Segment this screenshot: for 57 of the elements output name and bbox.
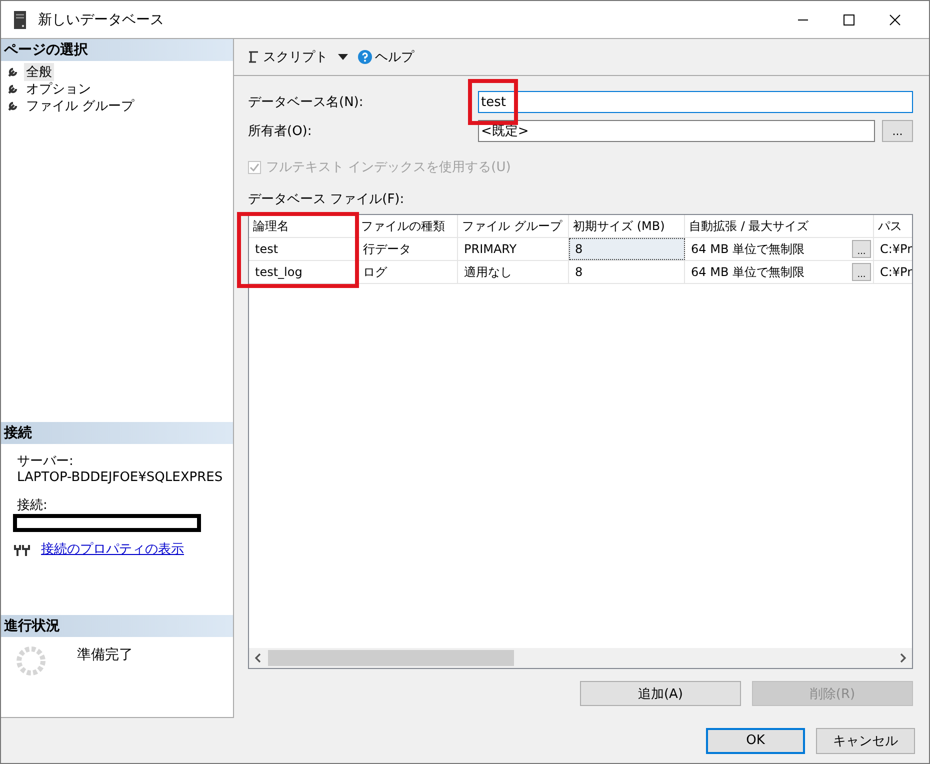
column-header[interactable]: ファイル グループ bbox=[458, 215, 569, 237]
autogrowth-text: 64 MB 単位で無制限 bbox=[691, 241, 804, 258]
sidebar-item[interactable]: ファイル グループ bbox=[24, 96, 136, 114]
edit-button[interactable]: ... bbox=[852, 240, 871, 258]
table-cell: 行データ bbox=[357, 238, 458, 260]
server-icon bbox=[14, 10, 26, 28]
table-cell: test_log bbox=[249, 261, 357, 283]
database-files-label: データベース ファイル(F): bbox=[248, 191, 406, 208]
wrench-icon bbox=[8, 83, 19, 94]
owner-field[interactable]: <既定> bbox=[478, 120, 875, 142]
connection-properties-link[interactable]: 接続のプロパティの表示 bbox=[41, 542, 184, 558]
table-cell: 適用なし bbox=[458, 261, 569, 283]
table-cell: C:¥Pr bbox=[874, 261, 912, 283]
wrench-icon bbox=[8, 66, 19, 77]
table-cell: test bbox=[249, 238, 357, 260]
server-name: LAPTOP-BDDEJFOE¥SQLEXPRES bbox=[17, 470, 224, 486]
close-icon[interactable] bbox=[889, 14, 901, 26]
table-cell: C:¥Pr bbox=[874, 238, 912, 260]
script-button[interactable]: スクリプト bbox=[242, 48, 332, 66]
column-header[interactable]: 自動拡張 / 最大サイズ bbox=[685, 215, 874, 237]
progress-status: 準備完了 bbox=[77, 646, 133, 664]
scrollbar-thumb[interactable] bbox=[268, 650, 514, 666]
table-cell: ログ bbox=[357, 261, 458, 283]
edit-button[interactable]: ... bbox=[852, 263, 871, 281]
column-header[interactable]: パス bbox=[874, 215, 912, 237]
autogrowth-text: 64 MB 単位で無制限 bbox=[691, 264, 804, 281]
window-title: 新しいデータベース bbox=[38, 10, 164, 28]
section-header: 接続 bbox=[1, 422, 233, 444]
sidebar-item[interactable]: 全般 bbox=[24, 62, 54, 80]
column-header[interactable]: 初期サイズ (MB) bbox=[569, 215, 685, 237]
dropdown-caret-icon[interactable] bbox=[338, 54, 348, 60]
table-cell: 8 bbox=[569, 261, 685, 283]
help-button[interactable]: ヘルプ bbox=[354, 48, 418, 66]
plug-icon bbox=[13, 543, 31, 557]
dialog-button[interactable]: キャンセル bbox=[816, 728, 915, 754]
section-header: 進行状況 bbox=[1, 615, 233, 637]
owner-label: 所有者(O): bbox=[248, 123, 313, 140]
scroll-right-icon[interactable] bbox=[899, 653, 907, 663]
checkbox-icon bbox=[248, 160, 261, 174]
database-name-field[interactable]: test bbox=[478, 91, 913, 113]
database-name-label: データベース名(N): bbox=[248, 94, 364, 111]
table-cell: 8 bbox=[569, 238, 685, 260]
column-header[interactable]: ファイルの種類 bbox=[357, 215, 458, 237]
spinner-icon bbox=[15, 645, 47, 677]
connection-label: 接続: bbox=[17, 498, 48, 514]
server-label: サーバー: bbox=[17, 454, 74, 470]
sidebar-item[interactable]: オプション bbox=[24, 80, 93, 98]
maximize-icon[interactable] bbox=[843, 14, 855, 26]
help-icon bbox=[358, 50, 372, 64]
section-header: ページの選択 bbox=[1, 39, 233, 61]
column-header[interactable]: 論理名 bbox=[249, 215, 357, 237]
dialog-button[interactable]: 追加(A) bbox=[580, 681, 741, 706]
script-icon bbox=[246, 50, 260, 64]
scroll-left-icon[interactable] bbox=[254, 653, 262, 663]
browse-button[interactable]: ... bbox=[882, 120, 913, 142]
dialog-button[interactable]: OK bbox=[706, 728, 805, 754]
wrench-icon bbox=[8, 100, 19, 111]
